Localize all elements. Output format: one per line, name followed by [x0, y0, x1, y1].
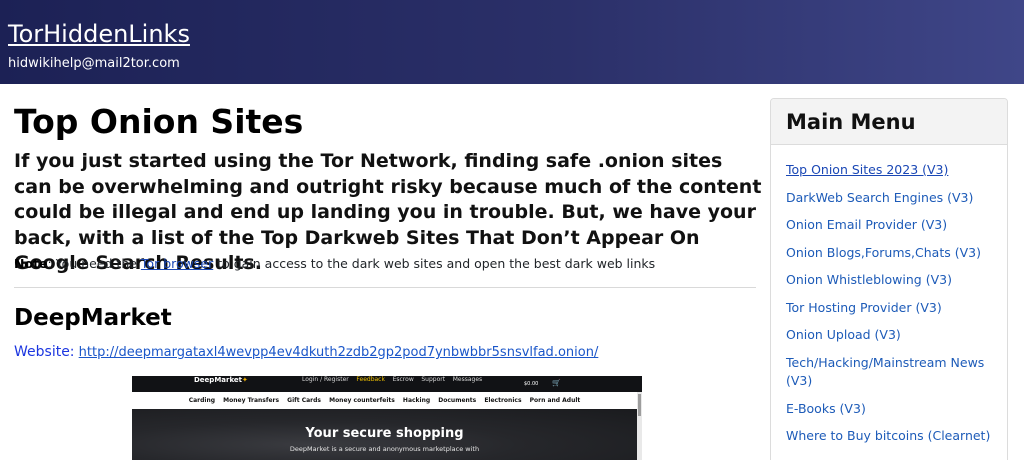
preview-category-documents: Documents: [438, 397, 477, 404]
menu-item-tor-hosting-provider[interactable]: Tor Hosting Provider (V3): [786, 299, 998, 318]
note-label: Note: [14, 256, 48, 271]
content-divider: [14, 287, 756, 288]
menu-item-onion-blogs-forums-chats[interactable]: Onion Blogs,Forums,Chats (V3): [786, 244, 998, 263]
tor-browser-link[interactable]: Tor browser: [141, 256, 213, 271]
website-line: Website: http://deepmargataxl4wevpp4ev4d…: [14, 343, 598, 362]
menu-link-onion-blogs-forums-chats[interactable]: Onion Blogs,Forums,Chats (V3): [786, 245, 981, 260]
menu-item-top-onion-sites[interactable]: Top Onion Sites 2023 (V3): [786, 161, 998, 180]
main-menu-sidebar: Main Menu Top Onion Sites 2023 (V3) Dark…: [770, 98, 1008, 460]
menu-link-tor-hosting-provider[interactable]: Tor Hosting Provider (V3): [786, 300, 942, 315]
menu-item-onion-upload[interactable]: Onion Upload (V3): [786, 326, 998, 345]
preview-category-hacking: Hacking: [402, 397, 431, 404]
preview-nav-escrow: Escrow: [392, 376, 414, 383]
menu-item-onion-whistleblowing[interactable]: Onion Whistleblowing (V3): [786, 271, 998, 290]
listing-title: DeepMarket: [14, 305, 172, 331]
deepmarket-preview-image: DeepMarket✦ Login / Register Feedback Es…: [132, 376, 642, 460]
page-title: Top Onion Sites: [14, 102, 304, 141]
website-label: Website:: [14, 344, 75, 360]
menu-item-buy-bitcoins[interactable]: Where to Buy bitcoins (Clearnet): [786, 427, 998, 446]
note-prefix: : You need the: [47, 256, 141, 271]
preview-category-money-transfers: Money Transfers: [223, 397, 280, 404]
menu-link-ebooks[interactable]: E-Books (V3): [786, 401, 866, 416]
preview-category-carding: Carding: [188, 397, 216, 404]
sidebar-header: Main Menu: [771, 99, 1007, 145]
tor-browser-note: Note: You need the Tor browser to gain a…: [14, 256, 756, 272]
menu-item-ebooks[interactable]: E-Books (V3): [786, 400, 998, 419]
preview-scrollbar: [637, 392, 642, 460]
menu-link-buy-bitcoins[interactable]: Where to Buy bitcoins (Clearnet): [786, 428, 990, 443]
preview-hero: Your secure shopping DeepMarket is a sec…: [132, 409, 637, 460]
deepmarket-url-link[interactable]: http://deepmargataxl4wevpp4ev4dkuth2zdb2…: [79, 345, 599, 360]
preview-category-porn-adult: Porn and Adult: [529, 397, 581, 404]
preview-nav-feedback: Feedback: [356, 376, 385, 383]
preview-nav-messages: Messages: [452, 376, 483, 383]
preview-logo-star-icon: ✦: [242, 376, 248, 384]
main-menu-list: Top Onion Sites 2023 (V3) DarkWeb Search…: [786, 161, 998, 455]
main-content: Top Onion Sites If you just started usin…: [14, 84, 761, 460]
preview-nav-support: Support: [421, 376, 446, 383]
menu-link-darkweb-search-engines[interactable]: DarkWeb Search Engines (V3): [786, 190, 973, 205]
preview-category-electronics: Electronics: [484, 397, 522, 404]
preview-cart-icon: 🛒: [552, 379, 561, 387]
menu-link-tech-hacking-news[interactable]: Tech/Hacking/Mainstream News (V3): [786, 355, 984, 389]
site-title-link[interactable]: TorHiddenLinks: [8, 19, 190, 49]
preview-balance: $0.00: [524, 381, 539, 387]
note-suffix: to gain access to the dark web sites and…: [213, 256, 656, 271]
preview-hero-subtitle: DeepMarket is a secure and anonymous mar…: [289, 445, 480, 453]
preview-logo: DeepMarket✦: [194, 376, 248, 384]
menu-link-onion-upload[interactable]: Onion Upload (V3): [786, 327, 901, 342]
preview-top-bar: DeepMarket✦ Login / Register Feedback Es…: [132, 376, 642, 392]
preview-category-gift-cards: Gift Cards: [287, 397, 321, 404]
preview-nav-login: Login / Register: [302, 376, 349, 383]
preview-hero-title: Your secure shopping: [305, 426, 464, 441]
preview-category-money-counterfeits: Money counterfeits: [329, 397, 395, 404]
preview-category-bar: Carding Money Transfers Gift Cards Money…: [132, 392, 637, 409]
preview-logo-text: DeepMarket: [194, 376, 243, 384]
menu-item-onion-email-provider[interactable]: Onion Email Provider (V3): [786, 216, 998, 235]
menu-link-onion-whistleblowing[interactable]: Onion Whistleblowing (V3): [786, 272, 952, 287]
menu-item-darkweb-search-engines[interactable]: DarkWeb Search Engines (V3): [786, 189, 998, 208]
menu-link-top-onion-sites[interactable]: Top Onion Sites 2023 (V3): [786, 162, 948, 177]
site-header: TorHiddenLinks hidwikihelp@mail2tor.com: [0, 0, 1024, 84]
sidebar-title: Main Menu: [786, 110, 916, 134]
site-email: hidwikihelp@mail2tor.com: [8, 56, 180, 71]
menu-item-tech-hacking-news[interactable]: Tech/Hacking/Mainstream News (V3): [786, 354, 998, 391]
menu-link-onion-email-provider[interactable]: Onion Email Provider (V3): [786, 217, 947, 232]
preview-top-nav: Login / Register Feedback Escrow Support…: [302, 376, 482, 383]
